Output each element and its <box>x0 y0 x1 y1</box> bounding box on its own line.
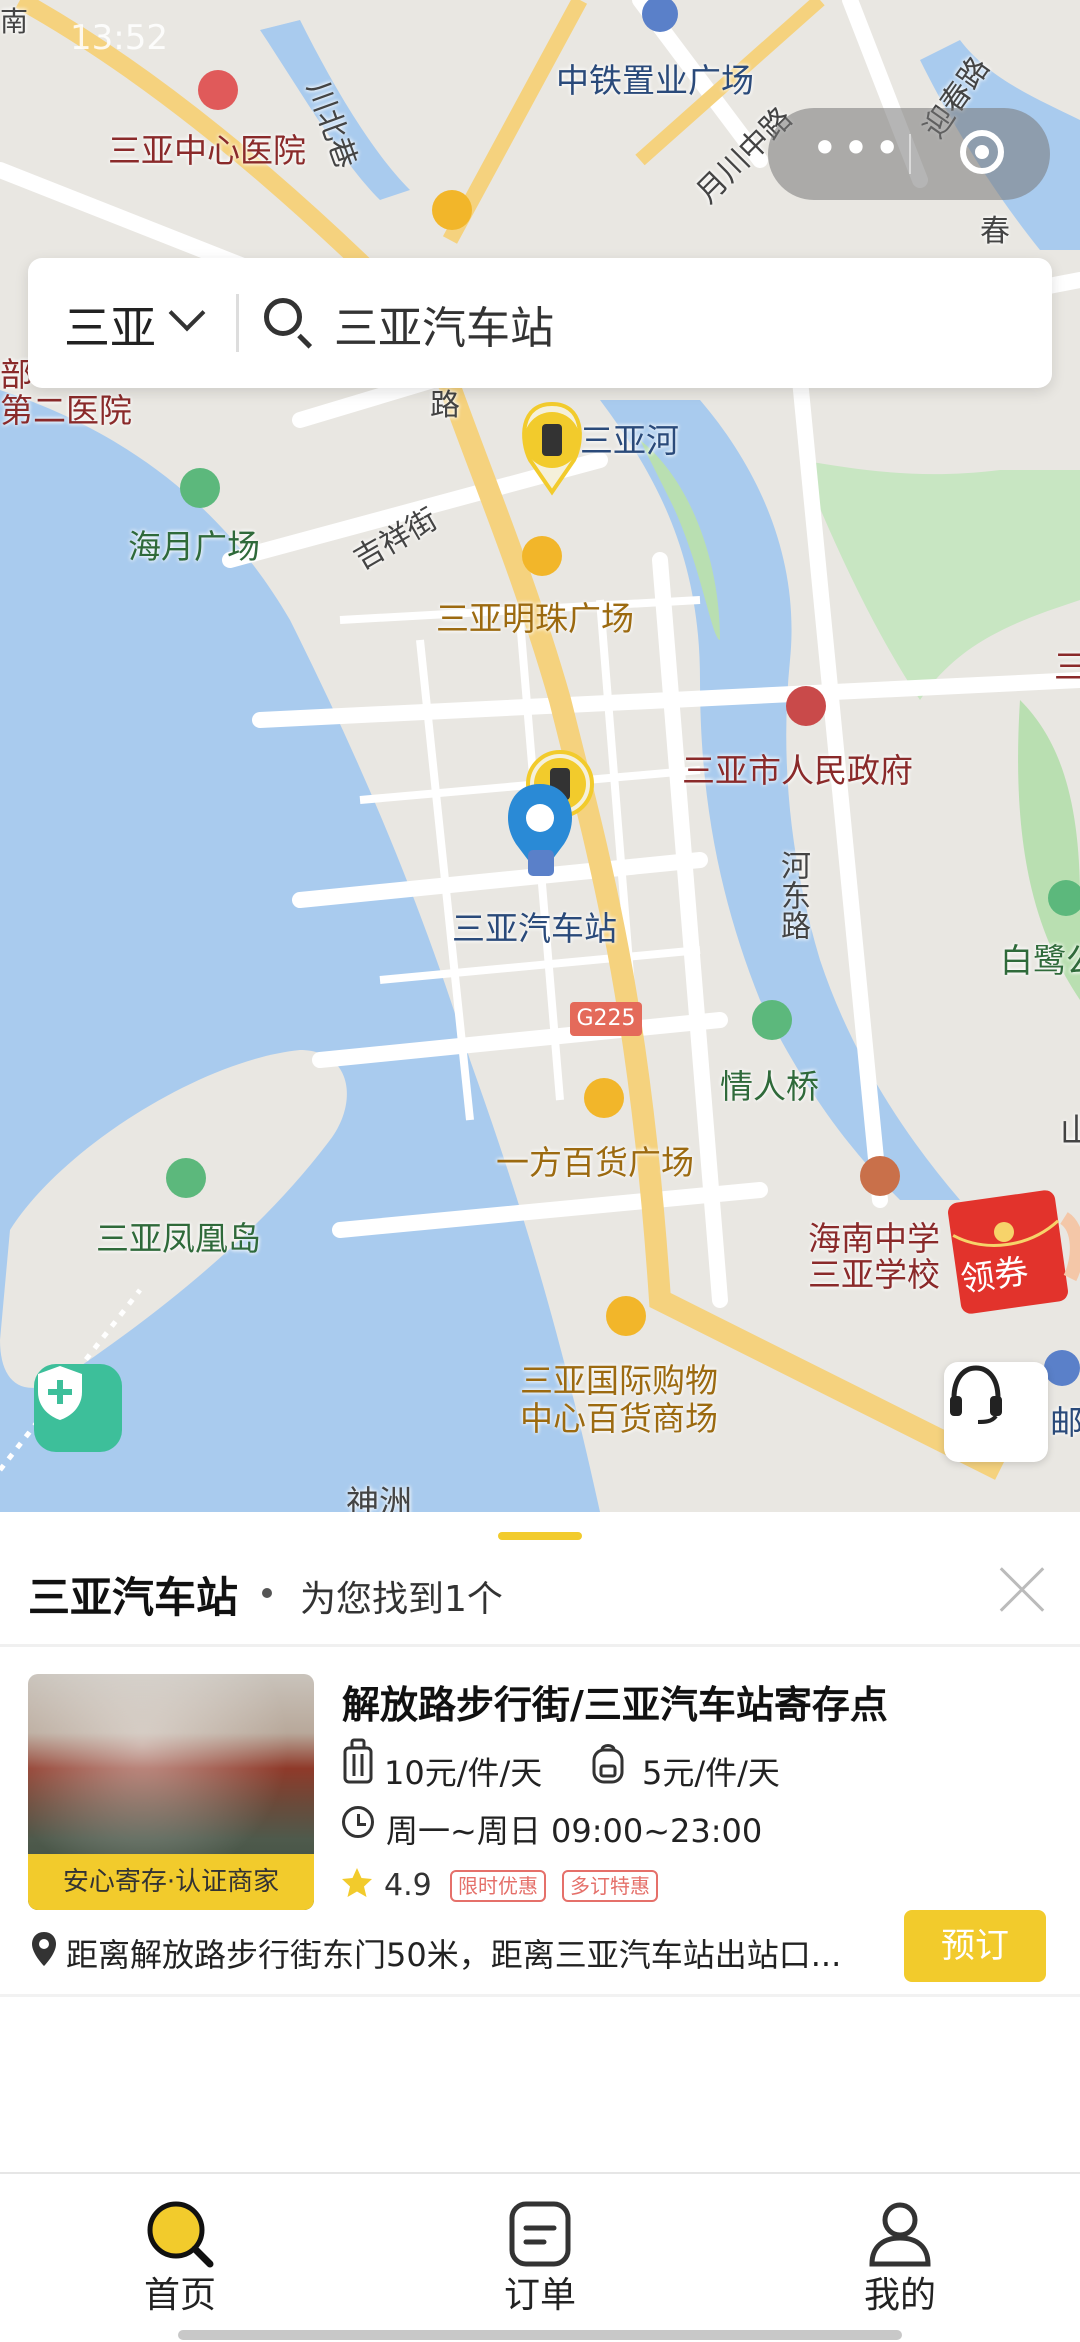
coupon-label: 领券 <box>958 1251 1031 1301</box>
map-label-bus-station: 三亚汽车站 <box>452 909 617 948</box>
map-label-chun: 春 <box>980 214 1010 249</box>
close-icon[interactable] <box>998 1566 1046 1614</box>
home-search-icon <box>147 2201 214 2268</box>
map-label-hospital-center: 三亚中心医院 <box>108 131 306 170</box>
tab-orders[interactable]: 订单 <box>440 2174 640 2334</box>
map-label-zhongtie: 中铁置业广场 <box>556 61 754 100</box>
map-label-hospital-second-b: 第二医院 <box>0 391 132 430</box>
map-label-qingren: 情人桥 <box>720 1067 819 1106</box>
map-label-hedong: 河东路 <box>775 850 810 940</box>
miniprogram-capsule: ••• <box>768 108 1050 200</box>
headset-icon <box>950 1365 1002 1424</box>
map-label-sanya-river: 三亚河 <box>580 421 679 460</box>
highway-shield: G225 <box>570 1002 642 1036</box>
profile-icon <box>869 2202 931 2267</box>
map-label-yifang: 一方百货广场 <box>496 1143 694 1182</box>
tab-mine[interactable]: 我的 <box>800 2174 1000 2334</box>
map-label-shan: 山 <box>1060 1111 1080 1150</box>
sheet-drag-handle[interactable] <box>498 1532 582 1540</box>
map-label-bailu: 白鹭公 <box>1000 941 1080 980</box>
title-dot <box>262 1588 272 1598</box>
results-sheet: 三亚汽车站 为您找到1个 安心寄存·认证商家 解放路步行街/三亚汽车站寄存点 1… <box>0 1512 1080 2172</box>
search-input[interactable]: 三亚汽车站 <box>334 292 554 356</box>
book-button[interactable]: 预订 <box>904 1910 1046 1982</box>
tab-mine-label: 我的 <box>863 2275 936 2316</box>
customer-service-button[interactable] <box>944 1362 1048 1462</box>
bottom-tab-bar: 首页 订单 我的 <box>0 2172 1080 2342</box>
store-name: 解放路步行街/三亚汽车站寄存点 <box>342 1683 888 1727</box>
location-pin <box>508 784 572 876</box>
map-label-san: 三 <box>1054 647 1080 686</box>
safety-shield-button[interactable] <box>34 1364 122 1452</box>
chevron-down-icon[interactable] <box>168 294 206 332</box>
search-divider <box>236 294 239 352</box>
results-count: 为您找到1个 <box>300 1579 503 1620</box>
store-address: 距离解放路步行街东门50米，距离三亚汽车站出站口... <box>66 1936 842 1974</box>
map-label-haiyue: 海月广场 <box>128 527 260 566</box>
divider <box>0 1994 1080 1997</box>
map-label-mingzhu: 三亚明珠广场 <box>436 599 634 638</box>
tab-orders-label: 订单 <box>503 2275 576 2316</box>
certified-badge: 安心寄存·认证商家 <box>28 1854 314 1910</box>
backpack-icon <box>592 1744 624 1784</box>
opening-hours: 周一~周日 09:00~23:00 <box>386 1812 763 1850</box>
clock-icon <box>342 1806 374 1838</box>
promo-tag: 多订特惠 <box>562 1870 658 1902</box>
star-icon <box>342 1868 372 1897</box>
map-label-you: 邮 <box>1050 1403 1080 1442</box>
map-label-gov: 三亚市人民政府 <box>682 751 913 790</box>
capsule-divider <box>909 134 911 174</box>
store-thumbnail: 安心寄存·认证商家 <box>28 1674 314 1910</box>
orders-icon <box>509 2201 571 2267</box>
map-view[interactable]: 13:52 三亚中心医院 部 第二医院 中铁置业广场 川北巷 月川中路 迎春路 … <box>0 0 1080 1512</box>
search-bar: 三亚 三亚汽车站 <box>28 258 1052 388</box>
coupon-button[interactable]: 领券 <box>946 1188 1080 1314</box>
tab-home-label: 首页 <box>143 2275 216 2316</box>
luggage-icon <box>343 1738 373 1784</box>
map-label-hainan-school-b: 三亚学校 <box>808 1255 940 1294</box>
price-luggage: 10元/件/天 <box>384 1754 543 1792</box>
shield-icon <box>38 1366 82 1420</box>
rating-value: 4.9 <box>384 1868 432 1903</box>
search-icon <box>264 298 302 336</box>
divider <box>0 1644 1080 1647</box>
promo-tag: 限时优惠 <box>450 1870 546 1902</box>
map-label-nan: 南 <box>0 5 29 38</box>
tab-home[interactable]: 首页 <box>80 2174 280 2334</box>
price-bag: 5元/件/天 <box>642 1754 780 1792</box>
home-indicator <box>178 2330 902 2340</box>
map-label-shenzhou: 神洲 <box>346 1483 412 1512</box>
map-label-intl-b: 中心百货商场 <box>520 1399 718 1438</box>
more-button[interactable]: ••• <box>808 125 908 178</box>
results-title: 三亚汽车站 <box>28 1573 239 1622</box>
city-selector[interactable]: 三亚 <box>64 292 156 358</box>
status-bar: 13:52 <box>0 0 1080 80</box>
status-time: 13:52 <box>70 18 168 58</box>
map-label-fenghuang: 三亚凤凰岛 <box>96 1219 261 1258</box>
close-miniprogram-icon[interactable] <box>960 130 1004 174</box>
location-pin-icon <box>32 1932 56 1966</box>
